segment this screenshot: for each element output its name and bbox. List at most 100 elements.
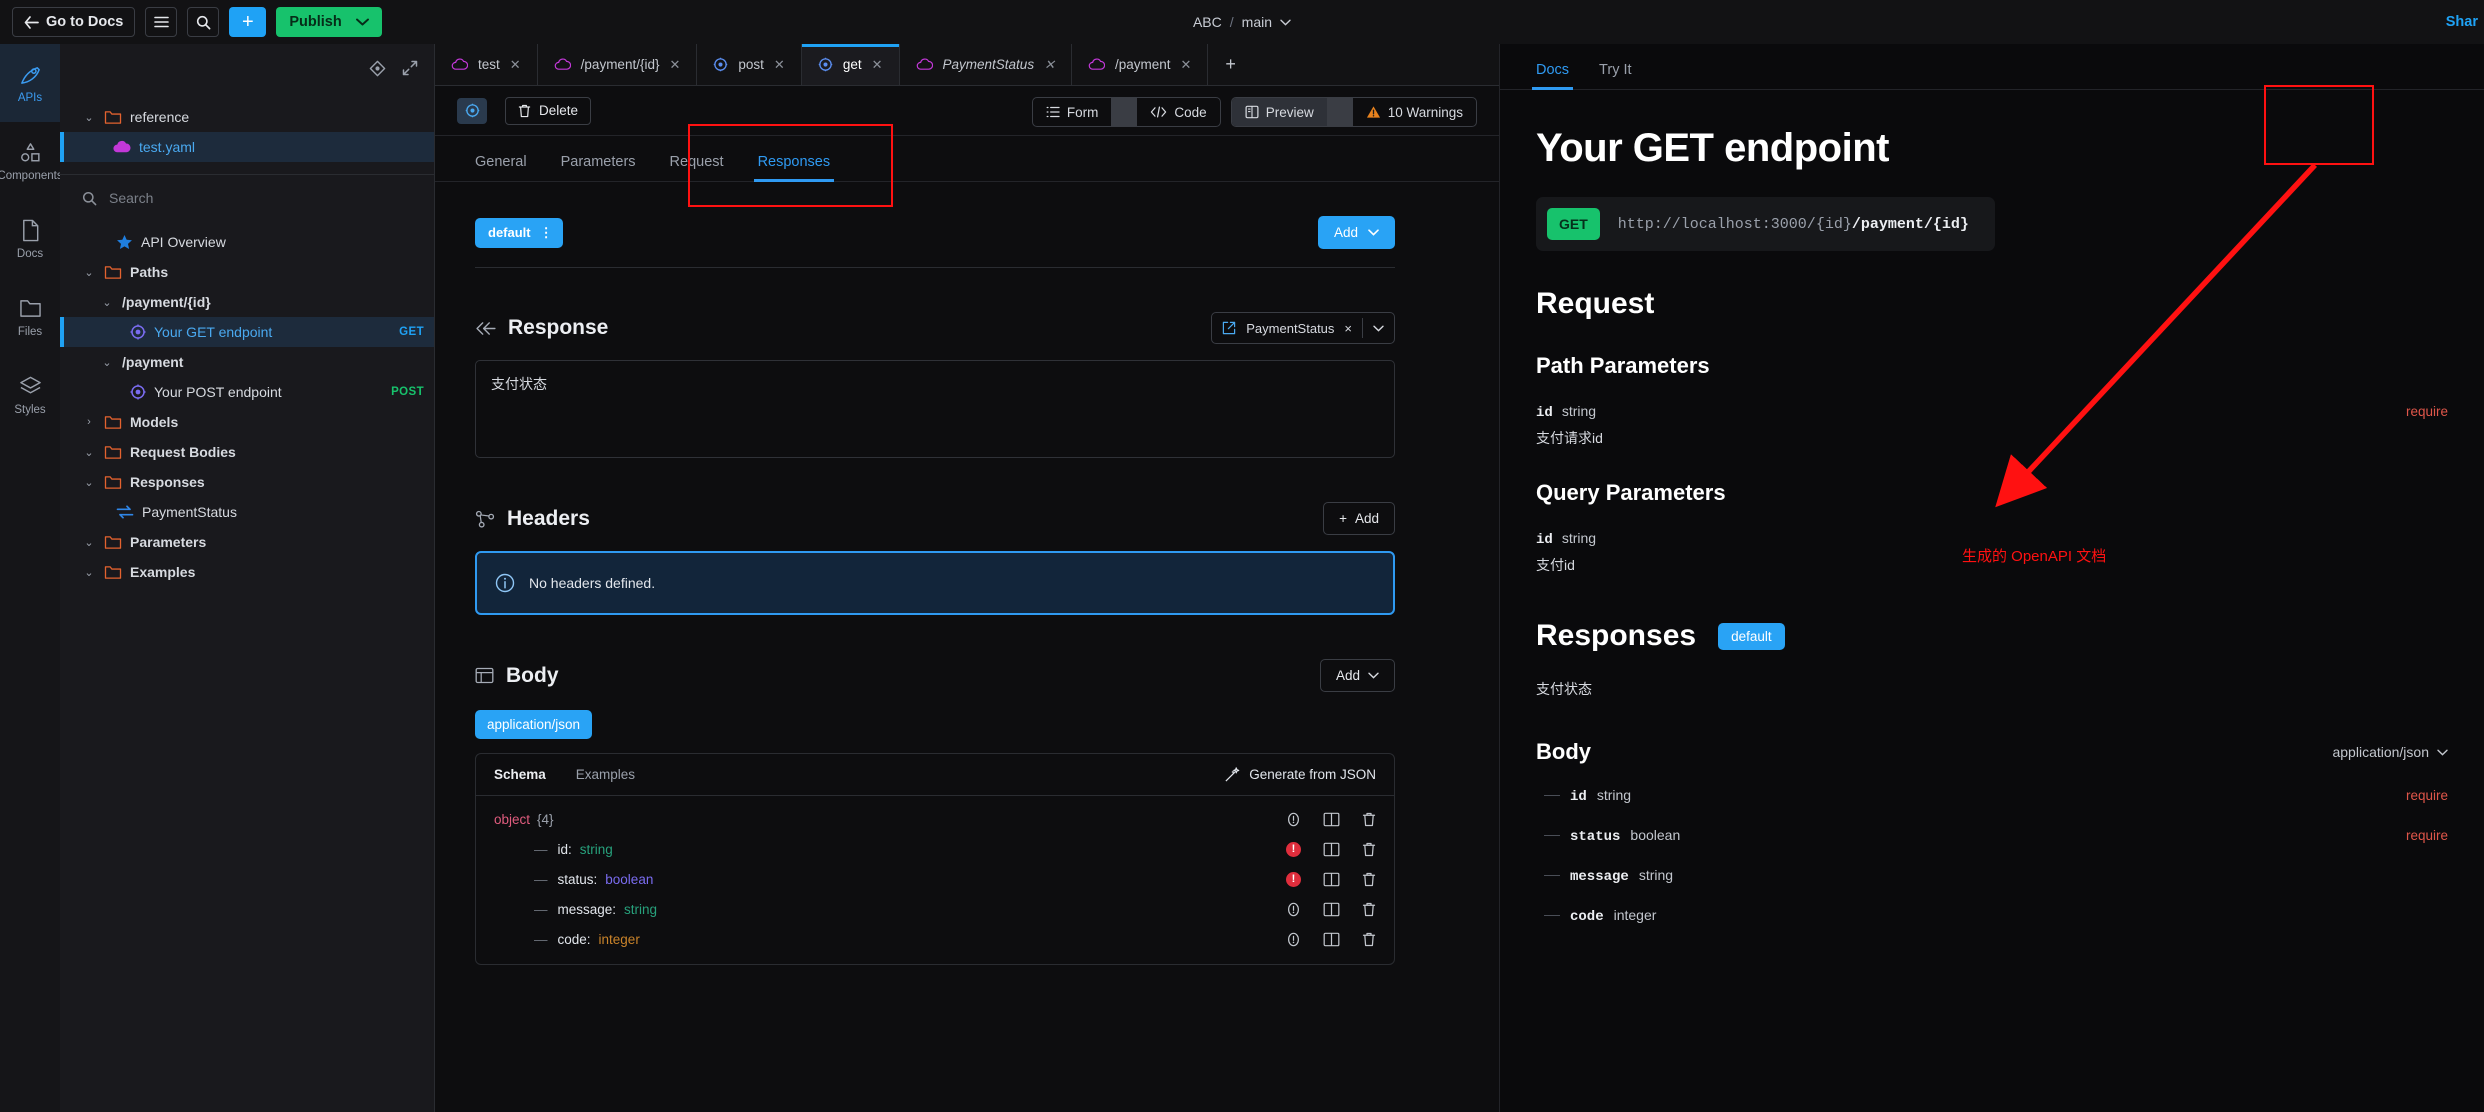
schema-row-id[interactable]: — id: string ! xyxy=(476,834,1394,864)
tree-item-examples[interactable]: ⌄ Examples xyxy=(60,557,434,587)
schema-row-code[interactable]: — code: integer xyxy=(476,924,1394,954)
tab-docs[interactable]: Docs xyxy=(1536,62,1569,89)
tree-item-payment[interactable]: ⌄ /payment xyxy=(60,347,434,377)
code-button[interactable]: Code xyxy=(1137,98,1219,126)
schema-row-object[interactable]: object {4} xyxy=(476,804,1394,834)
tree-item-api-overview[interactable]: API Overview xyxy=(60,227,434,257)
kebab-menu-icon[interactable]: ⋮ xyxy=(540,225,553,241)
tab-post[interactable]: post ✕ xyxy=(697,44,801,85)
chevron-down-icon[interactable] xyxy=(1373,325,1384,332)
add-body-button[interactable]: Add xyxy=(1320,659,1395,692)
chevron-down-icon[interactable]: ⌄ xyxy=(100,296,114,309)
trash-icon[interactable] xyxy=(1362,812,1376,827)
share-button[interactable]: Shar xyxy=(2446,0,2478,44)
chevron-down-icon[interactable]: ⌄ xyxy=(82,566,96,579)
close-icon[interactable]: × xyxy=(1344,321,1352,336)
response-ref-chip[interactable]: PaymentStatus × xyxy=(1211,312,1395,344)
external-link-icon[interactable] xyxy=(1222,321,1236,335)
examples-tab[interactable]: Examples xyxy=(576,767,635,782)
chevron-down-icon[interactable]: ⌄ xyxy=(82,536,96,549)
add-button[interactable]: + xyxy=(229,7,266,37)
publish-button[interactable]: Publish xyxy=(276,7,381,37)
status-code-pill-default[interactable]: default ⋮ xyxy=(475,218,563,248)
go-to-docs-button[interactable]: Go to Docs xyxy=(12,7,135,37)
trash-icon[interactable] xyxy=(1362,902,1376,917)
book-icon[interactable] xyxy=(1323,902,1340,917)
info-icon[interactable] xyxy=(1286,812,1301,827)
tab-get[interactable]: get ✕ xyxy=(802,44,900,85)
book-icon[interactable] xyxy=(1323,932,1340,947)
close-icon[interactable]: ✕ xyxy=(1044,57,1055,73)
tab-payment-id[interactable]: /payment/{id} ✕ xyxy=(538,44,698,85)
search-input[interactable] xyxy=(109,190,349,206)
tab-request[interactable]: Request xyxy=(670,154,724,181)
diamond-icon[interactable] xyxy=(369,60,386,77)
tree-folder-reference[interactable]: ⌄ reference xyxy=(60,102,434,132)
tab-paymentstatus[interactable]: PaymentStatus ✕ xyxy=(900,44,1072,85)
endpoint-icon[interactable] xyxy=(457,98,487,124)
new-tab-button[interactable]: + xyxy=(1208,44,1253,85)
rail-item-docs[interactable]: Docs xyxy=(0,200,60,278)
tab-payment[interactable]: /payment ✕ xyxy=(1072,44,1208,85)
tab-test[interactable]: test ✕ xyxy=(435,44,538,85)
close-icon[interactable]: ✕ xyxy=(872,57,883,73)
chevron-down-icon[interactable]: ⌄ xyxy=(82,111,96,124)
chevron-down-icon[interactable]: ⌄ xyxy=(82,476,96,489)
tree-item-paths[interactable]: ⌄ Paths xyxy=(60,257,434,287)
schema-row-message[interactable]: — message: string xyxy=(476,894,1394,924)
explorer-search[interactable] xyxy=(60,175,434,221)
warnings-button[interactable]: 10 Warnings xyxy=(1353,98,1476,126)
trash-icon[interactable] xyxy=(1362,932,1376,947)
response-status-pill[interactable]: default xyxy=(1718,623,1785,650)
error-icon[interactable]: ! xyxy=(1286,842,1301,857)
trash-icon[interactable] xyxy=(1362,872,1376,887)
add-response-button[interactable]: Add xyxy=(1318,216,1395,249)
error-icon[interactable]: ! xyxy=(1286,872,1301,887)
menu-button[interactable] xyxy=(145,7,177,37)
tree-item-models[interactable]: › Models xyxy=(60,407,434,437)
close-icon[interactable]: ✕ xyxy=(669,57,680,73)
search-button[interactable] xyxy=(187,7,219,37)
tree-file-test-yaml[interactable]: test.yaml xyxy=(60,132,434,162)
chevron-down-icon[interactable]: ⌄ xyxy=(82,266,96,279)
rail-item-styles[interactable]: Styles xyxy=(0,356,60,434)
response-description-input[interactable]: 支付状态 xyxy=(475,360,1395,458)
tab-parameters[interactable]: Parameters xyxy=(561,154,636,181)
tree-item-your-post-endpoint[interactable]: Your POST endpoint POST xyxy=(60,377,434,407)
add-header-button[interactable]: + Add xyxy=(1323,502,1395,535)
search-icon xyxy=(82,191,97,206)
book-icon[interactable] xyxy=(1323,872,1340,887)
expand-icon[interactable] xyxy=(402,60,418,76)
tree-item-payment-id[interactable]: ⌄ /payment/{id} xyxy=(60,287,434,317)
rail-item-files[interactable]: Files xyxy=(0,278,60,356)
schema-tab[interactable]: Schema xyxy=(494,767,546,782)
tree-item-request-bodies[interactable]: ⌄ Request Bodies xyxy=(60,437,434,467)
tree-item-paymentstatus[interactable]: PaymentStatus xyxy=(60,497,434,527)
tab-try-it[interactable]: Try It xyxy=(1599,62,1631,89)
schema-row-status[interactable]: — status: boolean ! xyxy=(476,864,1394,894)
rail-item-components[interactable]: Components xyxy=(0,122,60,200)
preview-button[interactable]: Preview xyxy=(1232,98,1327,126)
close-icon[interactable]: ✕ xyxy=(774,57,785,73)
rail-item-apis[interactable]: APIs xyxy=(0,44,60,122)
delete-button[interactable]: Delete xyxy=(505,97,591,125)
tree-item-parameters[interactable]: ⌄ Parameters xyxy=(60,527,434,557)
close-icon[interactable]: ✕ xyxy=(1181,57,1192,73)
book-icon[interactable] xyxy=(1323,812,1340,827)
close-icon[interactable]: ✕ xyxy=(510,57,521,73)
info-icon[interactable] xyxy=(1286,932,1301,947)
chevron-right-icon[interactable]: › xyxy=(82,416,96,428)
form-button[interactable]: Form xyxy=(1033,98,1112,126)
tree-item-your-get-endpoint[interactable]: Your GET endpoint GET xyxy=(60,317,434,347)
chevron-down-icon[interactable]: ⌄ xyxy=(82,446,96,459)
generate-from-json-button[interactable]: Generate from JSON xyxy=(1224,767,1376,783)
trash-icon[interactable] xyxy=(1362,842,1376,857)
chevron-down-icon[interactable]: ⌄ xyxy=(100,356,114,369)
book-icon[interactable] xyxy=(1323,842,1340,857)
tab-general[interactable]: General xyxy=(475,154,527,181)
tree-item-responses[interactable]: ⌄ Responses xyxy=(60,467,434,497)
tab-responses[interactable]: Responses xyxy=(758,154,831,181)
mime-type-chip[interactable]: application/json xyxy=(475,710,592,739)
docs-body-mime-select[interactable]: application/json xyxy=(2332,744,2448,760)
info-icon[interactable] xyxy=(1286,902,1301,917)
